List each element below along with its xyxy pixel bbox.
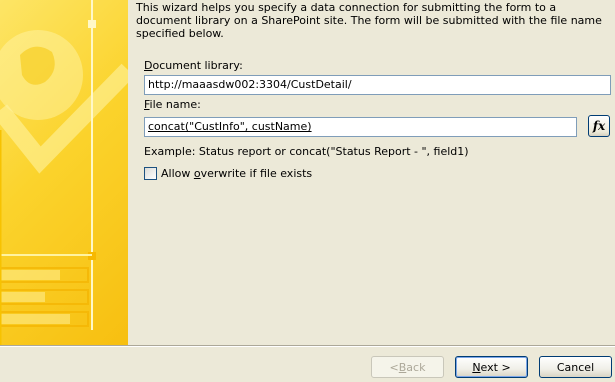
allow-overwrite-label: Allow overwrite if file exists [161, 167, 313, 180]
fx-icon: fx [592, 119, 606, 133]
intro-text: This wizard helps you specify a data con… [136, 1, 602, 40]
allow-overwrite-option[interactable]: Allow overwrite if file exists [144, 167, 312, 180]
footer-divider [0, 345, 615, 347]
cancel-button[interactable]: Cancel [539, 356, 612, 378]
insert-formula-button[interactable]: fx [588, 115, 610, 137]
next-button[interactable]: Next > [455, 356, 528, 378]
example-text: Example: Status report or concat("Status… [144, 145, 469, 158]
file-name-input[interactable]: concat("CustInfo", custName) [144, 117, 577, 137]
back-button[interactable]: < Back [371, 356, 444, 378]
wizard-side-banner [0, 0, 128, 345]
file-name-value: concat("CustInfo", custName) [148, 120, 312, 133]
allow-overwrite-checkbox[interactable] [144, 167, 157, 180]
document-library-label: Document library: [144, 59, 243, 72]
document-library-input[interactable]: http://maaasdw002:3304/CustDetail/ [144, 75, 611, 95]
file-name-label: File name: [144, 98, 201, 111]
wizard-banner-graphic [0, 0, 128, 345]
wizard-content: This wizard helps you specify a data con… [128, 0, 615, 345]
